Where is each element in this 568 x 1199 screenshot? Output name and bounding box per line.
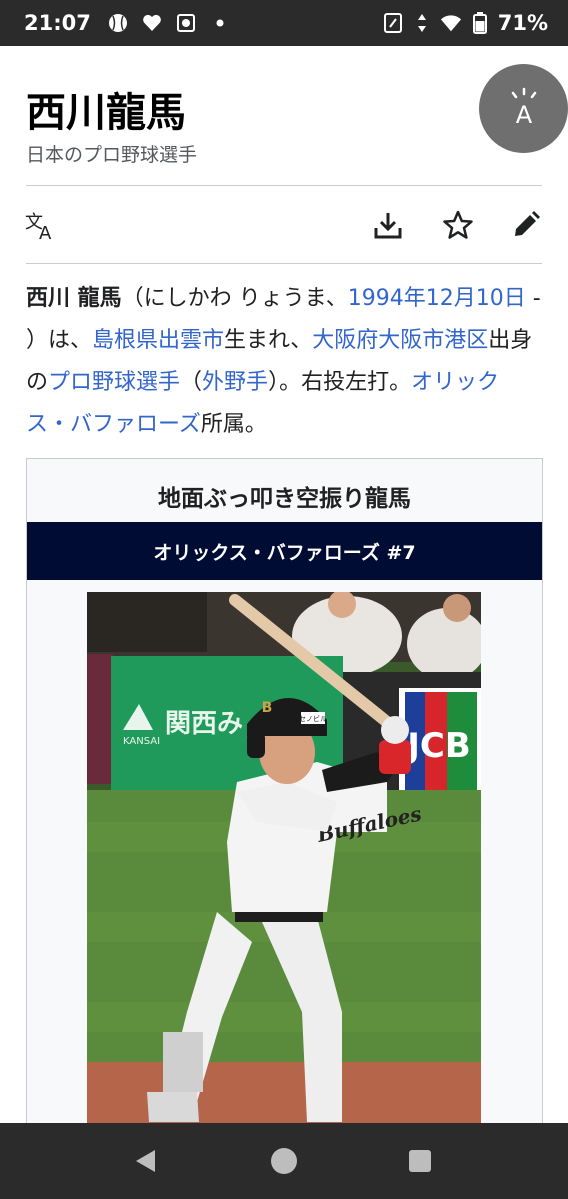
- banner-sub-text: KANSAI: [123, 736, 160, 747]
- helmet-badge: B: [262, 700, 273, 716]
- profession-link[interactable]: プロ野球選手: [48, 370, 180, 395]
- infobox-team-band: オリックス・バファローズ #7: [27, 522, 542, 580]
- battery-percent: 71%: [497, 11, 548, 35]
- birth-date-link[interactable]: 1994年12月10日: [348, 286, 526, 311]
- edit-pencil-icon[interactable]: [503, 202, 549, 248]
- infobox-title: 地面ぶっ叩き空振り龍馬: [158, 486, 411, 512]
- sign-text: JCB: [405, 726, 471, 766]
- infobox: 地面ぶっ叩き空振り龍馬 オリックス・バファローズ #7 JCB 関西み KANS…: [26, 458, 543, 1123]
- appearance-button[interactable]: A: [479, 64, 568, 153]
- origin-link[interactable]: 大阪府大阪市港区: [312, 328, 488, 353]
- lead-text: 生まれ、: [224, 328, 313, 353]
- recents-square-icon[interactable]: [402, 1143, 438, 1179]
- data-arrows-icon: [411, 12, 433, 34]
- lead-paragraph: 西川 龍馬（にしかわ りょうま、1994年12月10日 - ）は、島根県出雲市生…: [26, 278, 542, 446]
- svg-text:A: A: [515, 101, 532, 129]
- battery-icon: [469, 12, 491, 34]
- status-bar: 21:07 71%: [0, 0, 568, 46]
- translate-icon[interactable]: 文 A: [18, 202, 64, 248]
- reading-text: （にしかわ りょうま、: [121, 286, 348, 311]
- page-title: 西川龍馬: [26, 89, 186, 136]
- soccer-ball-icon: [175, 12, 197, 34]
- divider: [26, 185, 542, 186]
- star-icon[interactable]: [435, 202, 481, 248]
- svg-text:A: A: [39, 223, 52, 240]
- position-link[interactable]: 外野手: [202, 370, 268, 395]
- page-actions-toolbar: 文 A: [0, 202, 568, 252]
- baseball-icon: [107, 12, 129, 34]
- birthplace-link[interactable]: 島根県出雲市: [92, 328, 224, 353]
- divider: [26, 263, 542, 264]
- lead-text: 所属。: [200, 412, 267, 437]
- nfc-icon: [382, 12, 404, 34]
- back-triangle-icon[interactable]: [128, 1143, 164, 1179]
- heart-icon: [141, 12, 163, 34]
- clock: 21:07: [24, 11, 91, 35]
- text-size-icon: A: [502, 85, 546, 133]
- banner-text: 関西み: [165, 709, 243, 739]
- player-photo[interactable]: JCB 関西み KANSAI Buffaloes B セノビル: [87, 592, 481, 1123]
- lead-text: ）。右投左打。: [268, 370, 412, 395]
- wifi-icon: [440, 12, 462, 34]
- download-icon[interactable]: [365, 202, 411, 248]
- helmet-sticker: セノビル: [299, 714, 327, 723]
- system-nav-bar: [0, 1123, 568, 1199]
- home-circle-icon[interactable]: [266, 1143, 302, 1179]
- subject-name: 西川 龍馬: [26, 286, 122, 311]
- article-content: 西川龍馬 日本のプロ野球選手 A 文 A 西川 龍馬（にしかわ りょうま、199…: [0, 46, 568, 1123]
- lead-text: （: [180, 370, 203, 395]
- page-subtitle: 日本のプロ野球選手: [26, 144, 198, 166]
- dot-icon: [209, 12, 231, 34]
